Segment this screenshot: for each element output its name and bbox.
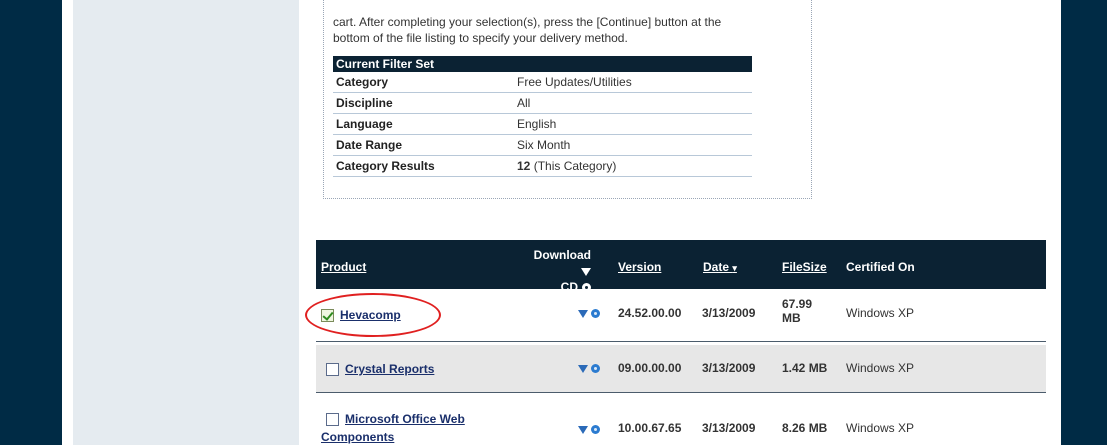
table-row: Crystal Reports 09.00.00.00 3/13/2009 1.… bbox=[316, 345, 1046, 393]
download-options bbox=[578, 422, 600, 436]
results-count: 12 bbox=[517, 159, 531, 173]
filter-row-category: Category Free Updates/Utilities bbox=[333, 72, 752, 93]
product-link-continued[interactable]: Components bbox=[321, 430, 394, 444]
sort-arrow-icon: ▾ bbox=[732, 263, 737, 273]
filter-value: Free Updates/Utilities bbox=[514, 72, 752, 93]
certified-cell: Windows XP bbox=[846, 421, 915, 435]
filesize-column-header[interactable]: FileSize bbox=[782, 260, 827, 274]
filter-table-title: Current Filter Set bbox=[333, 56, 752, 72]
download-icon[interactable] bbox=[578, 425, 588, 434]
filter-label: Discipline bbox=[333, 92, 514, 114]
certified-column-header: Certified On bbox=[846, 260, 915, 274]
version-column-header[interactable]: Version bbox=[618, 260, 661, 274]
download-options bbox=[578, 361, 600, 375]
current-filter-table: Current Filter Set Category Free Updates… bbox=[333, 56, 752, 177]
right-dark-border bbox=[1061, 0, 1107, 445]
filter-value: Six Month bbox=[514, 134, 752, 156]
filter-row-date-range: Date Range Six Month bbox=[333, 134, 752, 156]
version-cell: 10.00.67.65 bbox=[618, 421, 682, 435]
left-nav-panel bbox=[73, 0, 299, 445]
results-note: (This Category) bbox=[533, 159, 617, 173]
left-dark-border bbox=[0, 0, 62, 445]
product-link[interactable]: Crystal Reports bbox=[345, 362, 434, 376]
filter-label: Category Results bbox=[333, 155, 514, 177]
product-link[interactable]: Microsoft Office Web bbox=[345, 412, 465, 426]
certified-cell: Windows XP bbox=[846, 306, 915, 320]
instructions-line-2: bottom of the file listing to specify yo… bbox=[333, 31, 628, 45]
product-column-header[interactable]: Product bbox=[321, 260, 366, 274]
table-row: Microsoft Office Web Components 10.00.67… bbox=[316, 396, 1046, 448]
download-icon[interactable] bbox=[578, 309, 588, 318]
select-checkbox[interactable] bbox=[326, 413, 339, 427]
filesize-cell: 1.42 MB bbox=[782, 361, 828, 375]
filter-label: Date Range bbox=[333, 134, 514, 156]
highlight-circle-annotation bbox=[305, 293, 441, 337]
download-icon[interactable] bbox=[578, 364, 588, 373]
cd-icon[interactable] bbox=[591, 425, 600, 435]
filter-row-language: Language English bbox=[333, 113, 752, 135]
date-cell: 3/13/2009 bbox=[702, 306, 756, 320]
cd-icon[interactable] bbox=[591, 309, 600, 319]
filter-row-category-results: Category Results 12 (This Category) bbox=[333, 155, 752, 177]
filter-label: Category bbox=[333, 72, 514, 93]
date-cell: 3/13/2009 bbox=[702, 361, 756, 375]
download-options bbox=[578, 306, 600, 320]
filter-value: All bbox=[514, 92, 752, 114]
filter-row-discipline: Discipline All bbox=[333, 92, 752, 114]
filesize-cell: 8.26 MB bbox=[782, 421, 828, 435]
product-table: Product Download CD Version Date ▾ FileS… bbox=[316, 240, 1046, 448]
filesize-cell: 67.99 MB bbox=[782, 297, 813, 325]
certified-cell: Windows XP bbox=[846, 361, 915, 375]
instructions-text: cart. After completing your selection(s)… bbox=[333, 14, 803, 46]
filter-label: Language bbox=[333, 113, 514, 135]
filter-value: English bbox=[514, 113, 752, 135]
product-cell: Crystal Reports bbox=[326, 362, 434, 377]
date-cell: 3/13/2009 bbox=[702, 421, 756, 435]
download-header-label: Download bbox=[533, 248, 591, 262]
product-table-header: Product Download CD Version Date ▾ FileS… bbox=[316, 240, 1046, 294]
download-column-header: Download CD bbox=[521, 247, 591, 295]
date-column-header[interactable]: Date ▾ bbox=[703, 260, 737, 274]
version-cell: 09.00.00.00 bbox=[618, 361, 682, 375]
instructions-line-1: cart. After completing your selection(s)… bbox=[333, 15, 722, 29]
select-checkbox[interactable] bbox=[326, 363, 339, 377]
version-cell: 24.52.00.00 bbox=[618, 306, 682, 320]
filter-value: 12 (This Category) bbox=[514, 155, 752, 177]
product-cell: Microsoft Office Web bbox=[326, 412, 465, 427]
download-triangle-icon bbox=[581, 267, 591, 276]
cd-icon[interactable] bbox=[591, 364, 600, 374]
